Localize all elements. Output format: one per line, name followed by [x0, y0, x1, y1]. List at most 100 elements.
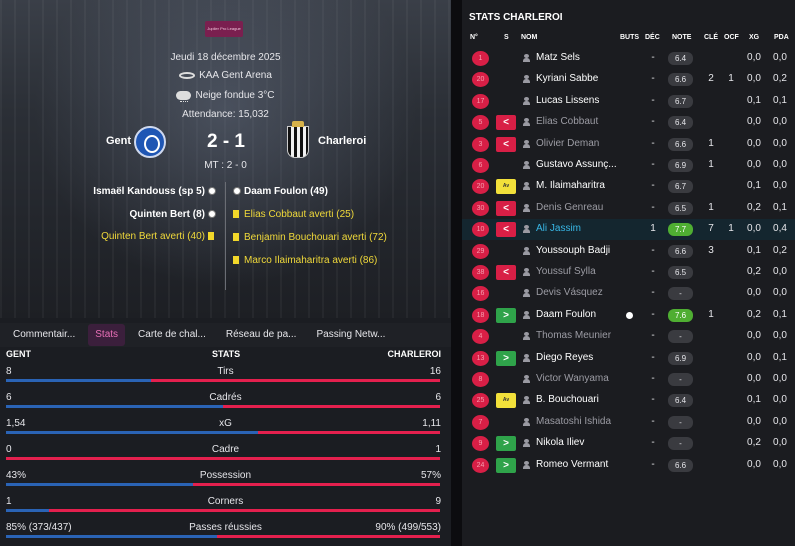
sub-in-icon: > [496, 436, 516, 452]
col-pda[interactable]: PDA [774, 34, 789, 41]
player-name[interactable]: Kyriani Sabbe [536, 73, 620, 84]
player-name[interactable]: Ali Jassim [536, 223, 620, 234]
player-row[interactable]: 30 < Denis Genreau - 6.5 1 0,2 0,1 [462, 198, 795, 219]
person-icon [523, 225, 530, 234]
xg-value: 0,1 [747, 394, 761, 406]
player-row[interactable]: 5 < Elias Cobbaut - 6.4 0,0 0,0 [462, 112, 795, 133]
stat-bar [6, 405, 440, 408]
player-name[interactable]: Nikola Iliev [536, 437, 620, 448]
shirt-number: 6 [472, 158, 489, 173]
player-name[interactable]: Elias Cobbaut [536, 116, 620, 127]
player-name[interactable]: Daam Foulon [536, 309, 620, 320]
player-row[interactable]: 13 > Diego Reyes - 6.9 0,0 0,1 [462, 348, 795, 369]
ball-icon [208, 210, 216, 218]
player-name[interactable]: Olivier Deman [536, 138, 620, 149]
xg-value: 0,0 [747, 159, 761, 170]
match-tabs: Commentair... Stats Carte de chal... Rés… [0, 323, 451, 347]
events-divider [225, 182, 226, 290]
away-event-yellow-card: Benjamin Bouchouari averti (72) [230, 232, 387, 243]
player-name[interactable]: Youssuf Sylla [536, 266, 620, 277]
shirt-number: 25 [472, 393, 489, 409]
person-icon [523, 182, 530, 191]
xg-value: 0,0 [747, 223, 761, 235]
person-icon [523, 96, 530, 105]
rating-badge: - [668, 415, 693, 429]
player-row[interactable]: 38 < Youssuf Sylla - 6.5 0,2 0,0 [462, 262, 795, 283]
tab-shot-map[interactable]: Carte de chal... [131, 324, 213, 346]
stat-bar-home [6, 431, 259, 434]
player-row[interactable]: 4 Thomas Meunier - - 0,0 0,0 [462, 326, 795, 347]
player-name[interactable]: Denis Genreau [536, 202, 620, 213]
player-row[interactable]: 10 < Ali Jassim 1 7.7 7 1 0,0 0,4 [462, 219, 795, 241]
col-xg[interactable]: XG [749, 34, 759, 41]
player-name[interactable]: Youssouph Badji [536, 245, 620, 256]
player-row[interactable]: 16 Devis Vásquez - - 0,0 0,0 [462, 283, 795, 304]
col-key-passes[interactable]: CLÉ [704, 34, 718, 41]
player-name[interactable]: Thomas Meunier [536, 330, 620, 341]
col-rating[interactable]: NOTE [672, 34, 691, 41]
rating-badge: - [668, 330, 693, 344]
decisive-value: - [651, 94, 655, 106]
player-name[interactable]: Devis Vásquez [536, 287, 620, 298]
key-passes-value: 7 [708, 223, 714, 235]
player-row[interactable]: 17 Lucas Lissens - 6.7 0,1 0,1 [462, 91, 795, 112]
player-name[interactable]: B. Bouchouari [536, 394, 620, 405]
player-name[interactable]: Victor Wanyama [536, 373, 620, 384]
rating-badge: 7.6 [668, 308, 693, 322]
player-row[interactable]: 9 > Nikola Iliev - - 0,2 0,0 [462, 433, 795, 454]
sub-out-icon: < [496, 136, 516, 152]
col-name[interactable]: NOM [521, 34, 537, 41]
tab-pass-network[interactable]: Réseau de pa... [219, 324, 304, 346]
shirt-number: 9 [472, 436, 489, 452]
col-chances[interactable]: OCF [724, 34, 739, 41]
player-row[interactable]: 7 Masatoshi Ishida - - 0,0 0,0 [462, 412, 795, 433]
home-event-goal: Ismaël Kandouss (sp 5) [93, 186, 219, 197]
player-name[interactable]: M. Ilaimaharitra [536, 180, 620, 191]
stat-row: 43% Possession 57% [0, 465, 451, 491]
player-row[interactable]: 29 Youssouph Badji - 6.6 3 0,1 0,2 [462, 241, 795, 262]
player-row[interactable]: 20 Kyriani Sabbe - 6.6 2 1 0,0 0,2 [462, 69, 795, 90]
player-name[interactable]: Lucas Lissens [536, 95, 620, 106]
col-sub[interactable]: S [504, 34, 509, 41]
pda-value: 0,0 [773, 266, 787, 277]
rating-badge: 6.6 [668, 458, 693, 472]
player-row[interactable]: 24 > Romeo Vermant - 6.6 0,0 0,0 [462, 455, 795, 476]
xg-value: 0,0 [747, 373, 761, 384]
xg-value: 0,0 [747, 415, 761, 427]
player-name[interactable]: Gustavo Assunç... [536, 159, 620, 170]
pda-value: 0,1 [773, 201, 787, 213]
shirt-number: 29 [472, 243, 489, 259]
player-name[interactable]: Matz Sels [536, 52, 620, 63]
player-row[interactable]: 8 Victor Wanyama - - 0,0 0,0 [462, 369, 795, 390]
player-name[interactable]: Diego Reyes [536, 352, 620, 363]
player-name[interactable]: Romeo Vermant [536, 459, 620, 470]
away-team-name[interactable]: Charleroi [318, 135, 366, 147]
key-passes-value: 1 [708, 308, 714, 320]
gent-crest-icon[interactable] [134, 126, 166, 158]
shirt-number: 5 [472, 115, 489, 131]
tab-commentary[interactable]: Commentair... [6, 324, 82, 346]
xg-value: 0,0 [747, 73, 761, 85]
rating-badge: 6.5 [668, 201, 693, 215]
pda-value: 0,0 [773, 437, 787, 449]
col-goals[interactable]: BUTS [620, 34, 639, 41]
player-row[interactable]: 1 Matz Sels - 6.4 0,0 0,0 [462, 48, 795, 69]
shirt-number: 1 [472, 51, 489, 66]
xg-value: 0,0 [747, 458, 761, 470]
player-row[interactable]: 3 < Olivier Deman - 6.6 1 0,0 0,0 [462, 134, 795, 155]
tab-passing-network[interactable]: Passing Netw... [309, 324, 392, 346]
charleroi-crest-icon[interactable] [287, 121, 309, 158]
col-number[interactable]: N° [470, 34, 478, 41]
player-name[interactable]: Masatoshi Ishida [536, 416, 620, 427]
decisive-value: - [651, 159, 655, 170]
col-decisive[interactable]: DÉC [645, 34, 660, 41]
player-row[interactable]: 20 Av M. Ilaimaharitra - 6.7 0,1 0,0 [462, 176, 795, 197]
player-row[interactable]: 6 Gustavo Assunç... - 6.9 1 0,0 0,0 [462, 155, 795, 176]
home-team-name[interactable]: Gent [106, 135, 131, 147]
tab-stats[interactable]: Stats [88, 324, 126, 346]
player-row[interactable]: 18 > Daam Foulon - 7.6 1 0,2 0,1 [462, 305, 795, 326]
stat-bar [6, 483, 440, 486]
chances-value: 1 [728, 73, 734, 85]
player-row[interactable]: 25 Av B. Bouchouari - 6.4 0,1 0,0 [462, 390, 795, 411]
rating-badge: - [668, 373, 693, 386]
